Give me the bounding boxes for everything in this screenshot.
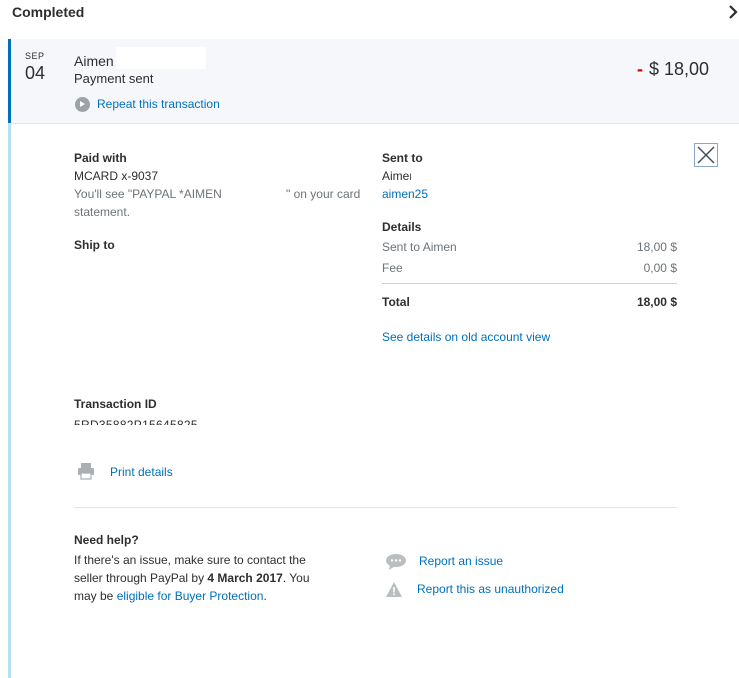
payment-card: MCARD x-9037 <box>74 169 159 183</box>
transaction-id-label: Transaction ID <box>74 397 157 411</box>
total-label: Total <box>382 295 410 309</box>
printer-icon[interactable] <box>77 462 95 480</box>
print-details-link[interactable]: Print details <box>110 465 173 479</box>
report-unauthorized-link[interactable]: Report this as unauthorized <box>417 582 564 596</box>
play-circle-icon[interactable] <box>75 97 90 112</box>
sent-to-label: Sent to <box>382 151 423 165</box>
card-statement-note-end: " on your card <box>286 187 361 201</box>
repeat-transaction-link[interactable]: Repeat this transaction <box>97 97 220 111</box>
amount-sign: - <box>637 59 643 79</box>
total-value: 18,00 $ <box>636 295 677 309</box>
help-deadline: 4 March 2017 <box>207 571 283 585</box>
detail-row-value: 18,00 $ <box>636 240 677 254</box>
help-text: If there's an issue, make sure to contac… <box>74 551 314 605</box>
counterparty-name: Aimen <box>74 53 114 69</box>
chevron-right-icon[interactable] <box>726 4 739 20</box>
report-issue-link[interactable]: Report an issue <box>419 554 503 568</box>
detail-row-label: Fee <box>382 261 403 275</box>
recipient-username-link[interactable]: aimen25 <box>382 187 428 201</box>
close-button[interactable] <box>694 143 718 167</box>
redaction-box <box>116 47 206 69</box>
warning-icon[interactable] <box>385 581 403 598</box>
ship-to-label: Ship to <box>74 238 115 252</box>
transaction-day: 04 <box>25 63 46 83</box>
help-text-3: . <box>263 589 267 603</box>
details-label: Details <box>382 220 422 234</box>
close-icon <box>697 146 715 164</box>
amount-value: $ 18,00 <box>649 59 710 79</box>
transaction-month: SEP <box>25 51 45 61</box>
buyer-protection-link[interactable]: eligible for Buyer Protection <box>117 589 264 603</box>
detail-row-value: 0,00 $ <box>643 261 677 275</box>
paid-with-label: Paid with <box>74 151 127 165</box>
transaction-id-value: 5RD35882P15645825 <box>74 418 198 425</box>
divider <box>382 283 677 284</box>
divider <box>74 507 677 508</box>
redaction-box <box>238 186 286 200</box>
chat-bubble-icon[interactable] <box>385 553 407 570</box>
redaction-box <box>411 168 451 182</box>
card-statement-note-2: statement. <box>74 205 131 219</box>
old-account-view-link[interactable]: See details on old account view <box>382 330 550 344</box>
card-statement-note: You'll see "PAYPAL *AIMEN <box>74 187 222 201</box>
transaction-status: Payment sent <box>74 71 154 86</box>
need-help-title: Need help? <box>74 533 139 547</box>
detail-row-label: Sent to Aimen <box>382 240 457 254</box>
section-title: Completed <box>12 4 85 20</box>
transaction-amount: - $ 18,00 <box>637 59 709 80</box>
